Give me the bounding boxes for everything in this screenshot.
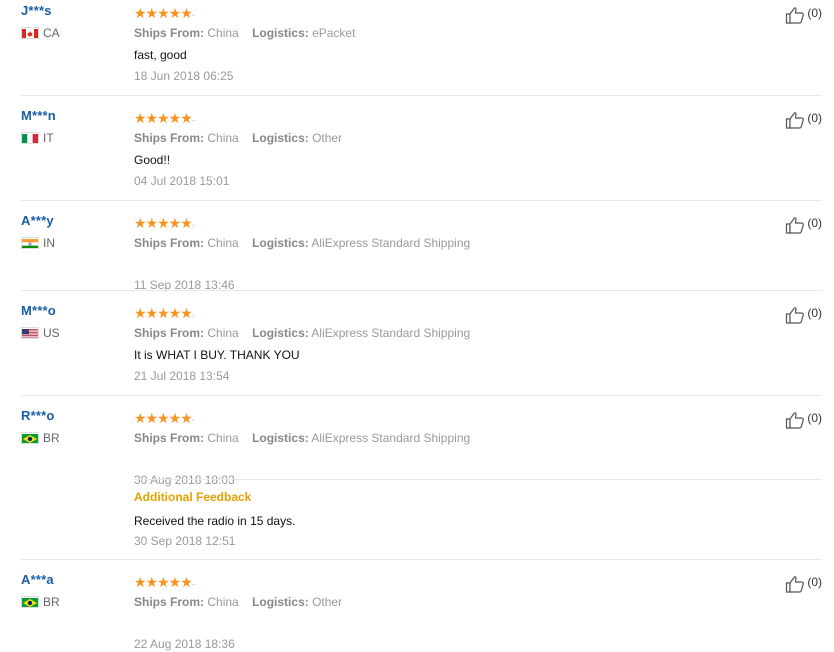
ships-from-label: Ships From: [134, 595, 205, 609]
shipping-info: Ships From: China Logistics: ePacket [134, 26, 694, 41]
logistics-label: Logistics: [252, 236, 309, 250]
reviewer-country: IN [21, 236, 55, 250]
helpful-count: (0) [807, 216, 822, 230]
country-code: BR [43, 431, 60, 445]
shipping-info: Ships From: China Logistics: Other [134, 595, 694, 610]
helpful-button[interactable]: (0) [785, 6, 822, 24]
ships-from-label: Ships From: [134, 131, 205, 145]
logistics-value: ePacket [312, 26, 356, 40]
ships-from-value: China [207, 236, 239, 250]
ships-from-value: China [207, 431, 239, 445]
country-code: BR [43, 595, 60, 609]
reviewer-name[interactable]: M***o [21, 303, 56, 318]
star-rating: ★★★★★· [134, 410, 196, 426]
flag-us-icon [21, 327, 39, 339]
ships-from-value: China [207, 595, 239, 609]
helpful-count: (0) [807, 575, 822, 589]
logistics-label: Logistics: [252, 131, 309, 145]
divider [134, 479, 822, 480]
flag-ca-icon [21, 27, 39, 39]
flag-br-icon [21, 596, 39, 608]
logistics-label: Logistics: [252, 326, 309, 340]
ships-from-label: Ships From: [134, 431, 205, 445]
reviewer-name[interactable]: A***a [21, 572, 54, 587]
country-code: IN [43, 236, 55, 250]
helpful-button[interactable]: (0) [785, 216, 822, 234]
star-rating: ★★★★★· [134, 110, 196, 126]
logistics-value: AliExpress Standard Shipping [311, 236, 471, 250]
shipping-info: Ships From: China Logistics: AliExpress … [134, 326, 694, 341]
flag-in-icon [21, 237, 39, 249]
review-date: 30 Aug 2018 18:03 [134, 473, 235, 487]
star-rating: ★★★★★· [134, 5, 196, 21]
thumbs-up-icon[interactable] [785, 411, 805, 429]
empty-review-text [134, 446, 694, 468]
country-code: IT [43, 131, 54, 145]
helpful-count: (0) [807, 306, 822, 320]
divider [21, 395, 822, 396]
reviewer-name[interactable]: A***y [21, 213, 54, 228]
thumbs-up-icon[interactable] [785, 6, 805, 24]
flag-it-icon [21, 132, 39, 144]
helpful-button[interactable]: (0) [785, 111, 822, 129]
review-text: fast, good [134, 48, 187, 62]
thumbs-up-icon[interactable] [785, 111, 805, 129]
reviewer-country: US [21, 326, 60, 340]
review-date: 21 Jul 2018 13:54 [134, 369, 230, 383]
logistics-label: Logistics: [252, 595, 309, 609]
helpful-button[interactable]: (0) [785, 306, 822, 324]
divider [21, 95, 822, 96]
logistics-value: AliExpress Standard Shipping [311, 431, 471, 445]
star-rating: ★★★★★· [134, 215, 196, 231]
reviewer-country: IT [21, 131, 54, 145]
reviewer-country: CA [21, 26, 60, 40]
logistics-value: Other [312, 595, 343, 609]
helpful-button[interactable]: (0) [785, 575, 822, 593]
review-date: 04 Jul 2018 15:01 [134, 174, 230, 188]
reviewer-country: BR [21, 595, 60, 609]
logistics-value: Other [312, 131, 343, 145]
helpful-count: (0) [807, 411, 822, 425]
additional-feedback-date: 30 Sep 2018 12:51 [134, 534, 236, 548]
helpful-count: (0) [807, 111, 822, 125]
logistics-value: AliExpress Standard Shipping [311, 326, 471, 340]
logistics-label: Logistics: [252, 431, 309, 445]
additional-feedback-text: Received the radio in 15 days. [134, 514, 296, 528]
ships-from-label: Ships From: [134, 236, 205, 250]
ships-from-value: China [207, 326, 239, 340]
helpful-count: (0) [807, 6, 822, 20]
reviewer-country: BR [21, 431, 60, 445]
reviewer-name[interactable]: R***o [21, 408, 55, 423]
country-code: US [43, 326, 60, 340]
thumbs-up-icon[interactable] [785, 575, 805, 593]
flag-br-icon [21, 432, 39, 444]
review-text: Good!! [134, 153, 171, 167]
star-rating: ★★★★★· [134, 574, 196, 590]
country-code: CA [43, 26, 60, 40]
divider [21, 290, 822, 291]
review-date: 22 Aug 2018 18:36 [134, 637, 235, 651]
helpful-button[interactable]: (0) [785, 411, 822, 429]
reviewer-name[interactable]: J***s [21, 3, 52, 18]
additional-feedback-title: Additional Feedback [134, 490, 252, 504]
logistics-label: Logistics: [252, 26, 309, 40]
ships-from-label: Ships From: [134, 26, 205, 40]
empty-review-text [134, 610, 694, 632]
ships-from-label: Ships From: [134, 326, 205, 340]
empty-review-text [134, 251, 694, 273]
review-date: 18 Jun 2018 06:25 [134, 69, 234, 83]
additional-feedback: Additional Feedback Received the radio i… [134, 490, 822, 549]
shipping-info: Ships From: China Logistics: AliExpress … [134, 236, 694, 251]
star-rating: ★★★★★· [134, 305, 196, 321]
divider [21, 559, 822, 560]
shipping-info: Ships From: China Logistics: Other [134, 131, 694, 146]
shipping-info: Ships From: China Logistics: AliExpress … [134, 431, 694, 446]
review-text: It is WHAT I BUY. THANK YOU [134, 348, 300, 362]
reviewer-name[interactable]: M***n [21, 108, 56, 123]
thumbs-up-icon[interactable] [785, 216, 805, 234]
thumbs-up-icon[interactable] [785, 306, 805, 324]
ships-from-value: China [207, 131, 239, 145]
ships-from-value: China [207, 26, 239, 40]
divider [21, 200, 822, 201]
